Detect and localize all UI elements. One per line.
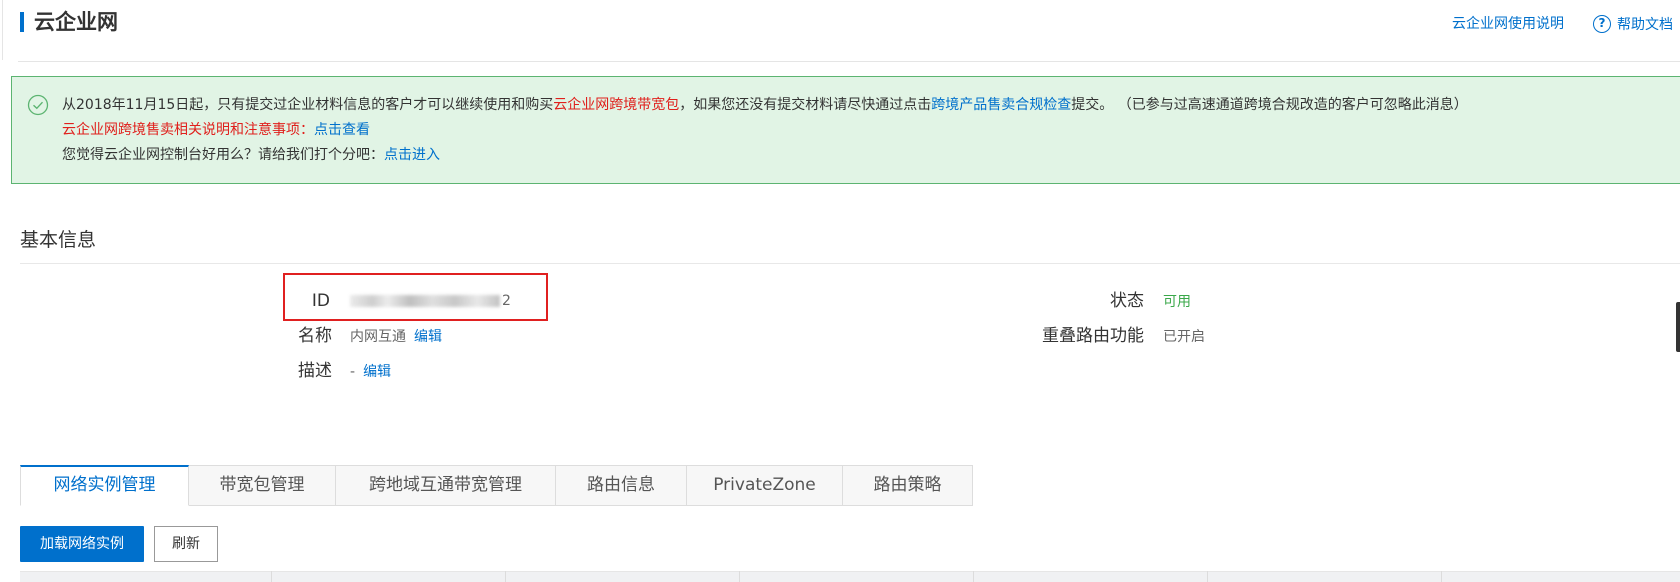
- table-column-separator: [271, 571, 272, 582]
- title-accent-bar: [20, 12, 24, 32]
- page-title: 云企业网: [34, 10, 118, 34]
- tab-private-zone[interactable]: PrivateZone: [687, 465, 843, 506]
- notice-line-2-text: 云企业网跨境售卖相关说明和注意事项：: [62, 122, 314, 138]
- notice-line-1-prefix: 从2018年11月15日起，只有提交过企业材料信息的客户才可以继续使用和购买: [62, 97, 554, 113]
- tab-network-instances[interactable]: 网络实例管理: [20, 465, 189, 506]
- cross-border-package-text: 云企业网跨境带宽包: [553, 97, 680, 113]
- tab-route-policy[interactable]: 路由策略: [843, 465, 973, 506]
- section-divider: [20, 263, 1680, 264]
- table-column-separator: [1207, 571, 1208, 582]
- feedback-link[interactable]: 点击进入: [384, 147, 440, 163]
- description-label: 描述: [298, 361, 332, 381]
- description-value: -: [350, 364, 356, 380]
- status-label: 状态: [1110, 291, 1144, 311]
- success-check-icon: [27, 94, 49, 116]
- table-column-separator: [973, 571, 974, 582]
- status-value: 可用: [1163, 294, 1191, 310]
- header-divider: [18, 61, 1680, 62]
- notice-line-3-text: 您觉得云企业网控制台好用么？请给我们打个分吧：: [62, 147, 384, 163]
- name-value: 内网互通: [350, 329, 406, 345]
- table-column-separator: [739, 571, 740, 582]
- overlap-routing-label: 重叠路由功能: [1042, 326, 1144, 346]
- name-label: 名称: [298, 326, 332, 346]
- left-edge-line: [2, 0, 3, 60]
- redacted-id-blur: [350, 295, 500, 307]
- notice-line-2: 云企业网跨境售卖相关说明和注意事项：点击查看: [62, 120, 370, 140]
- side-scroll-handle[interactable]: [1676, 302, 1680, 352]
- edit-description-link[interactable]: 编辑: [363, 364, 391, 380]
- tab-route-info[interactable]: 路由信息: [556, 465, 687, 506]
- id-value: 2: [350, 291, 511, 311]
- refresh-button[interactable]: 刷新: [154, 526, 218, 562]
- id-label: ID: [311, 291, 330, 311]
- overlap-routing-value: 已开启: [1163, 329, 1205, 345]
- compliance-check-link[interactable]: 跨境产品售卖合规检查: [931, 97, 1071, 113]
- table-header: [20, 571, 1680, 582]
- table-column-separator: [1441, 571, 1442, 582]
- notice-line-1-suffix: 提交。 （已参与过高速通道跨境合规改造的客户可忽略此消息）: [1071, 97, 1468, 113]
- load-network-instance-button[interactable]: 加载网络实例: [20, 526, 144, 562]
- basic-info-title: 基本信息: [20, 229, 97, 251]
- id-value-suffix: 2: [502, 293, 511, 309]
- notice-line-1-middle: ，如果您还没有提交材料请尽快通过点击: [679, 97, 932, 113]
- tab-bar: 网络实例管理 带宽包管理 跨地域互通带宽管理 路由信息 PrivateZone …: [20, 465, 973, 506]
- notice-line-1: 从2018年11月15日起，只有提交过企业材料信息的客户才可以继续使用和购买云企…: [62, 95, 1468, 115]
- help-docs-label: 帮助文档: [1617, 17, 1673, 33]
- tab-bandwidth-packages[interactable]: 带宽包管理: [189, 465, 336, 506]
- help-docs-link[interactable]: ? 帮助文档: [1593, 13, 1673, 35]
- view-details-link[interactable]: 点击查看: [314, 122, 370, 138]
- edit-name-link[interactable]: 编辑: [414, 329, 442, 345]
- usage-guide-link[interactable]: 云企业网使用说明: [1452, 14, 1564, 34]
- tab-cross-region-bandwidth[interactable]: 跨地域互通带宽管理: [336, 465, 556, 506]
- table-column-separator: [505, 571, 506, 582]
- notice-line-3: 您觉得云企业网控制台好用么？请给我们打个分吧：点击进入: [62, 145, 440, 165]
- name-value-row: 内网互通 编辑: [350, 327, 442, 347]
- description-value-row: - 编辑: [350, 362, 391, 382]
- question-circle-icon: ?: [1593, 15, 1611, 33]
